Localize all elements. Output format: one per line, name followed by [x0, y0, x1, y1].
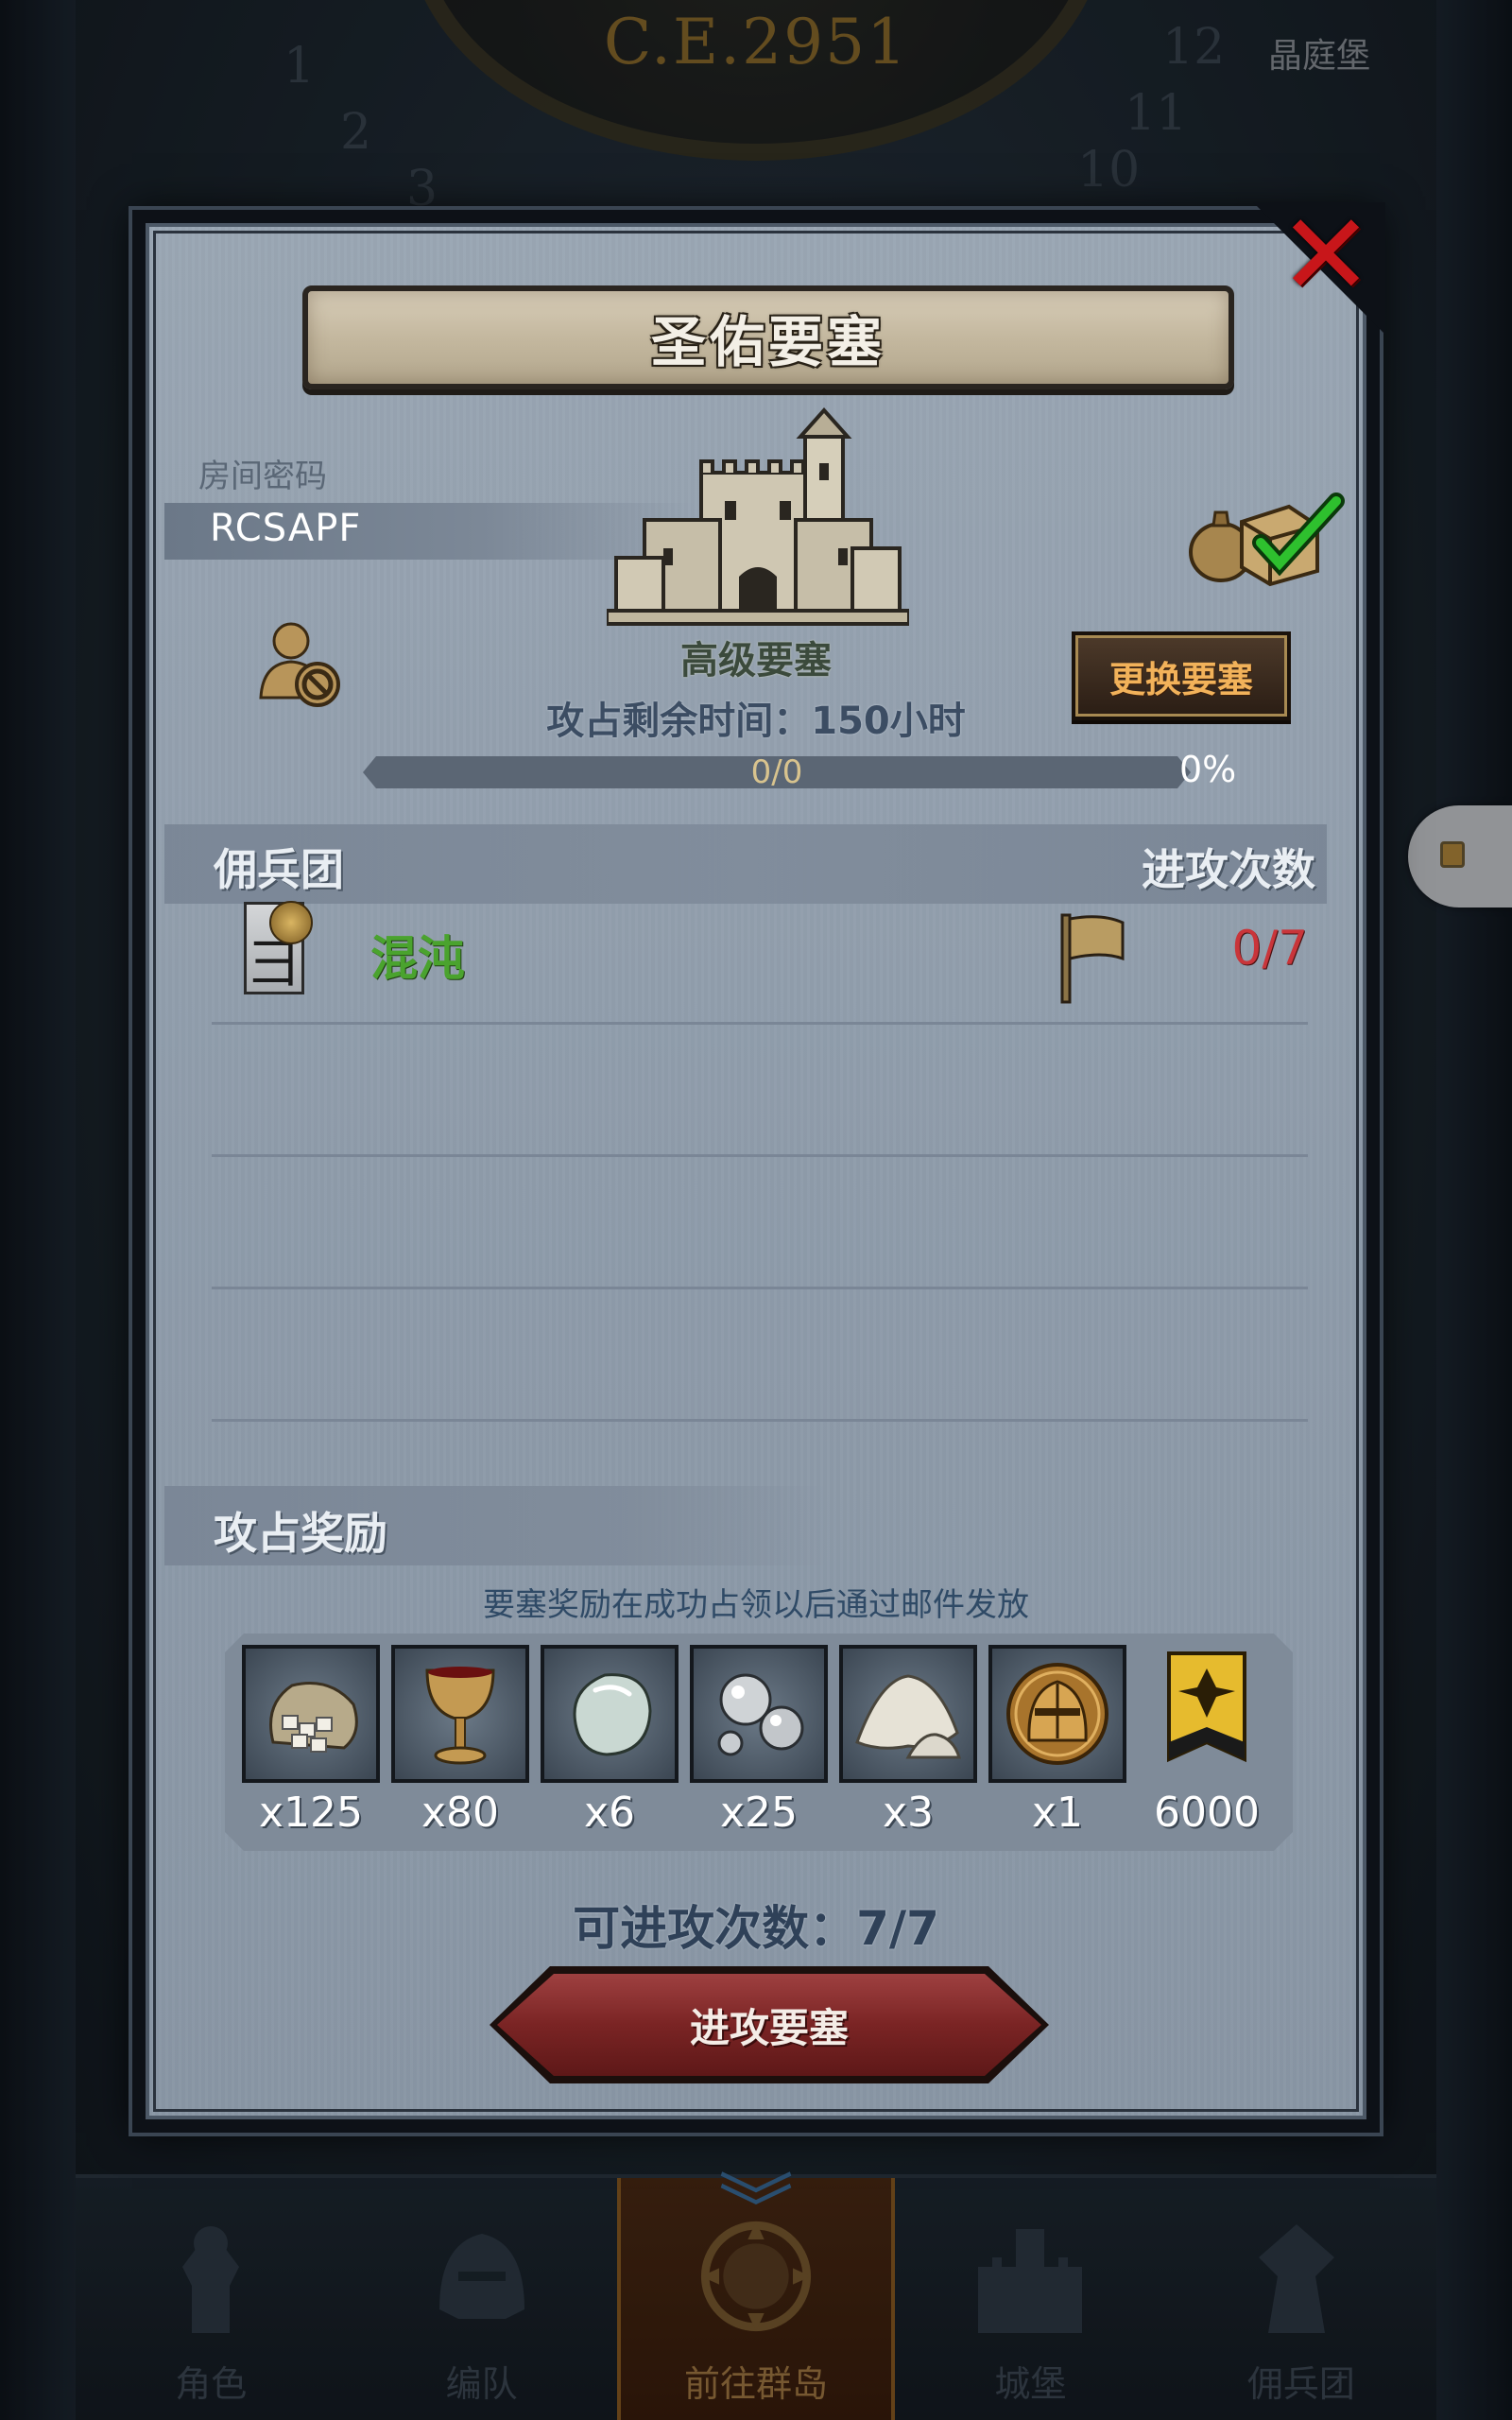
capture-progress-bar: 0/0	[363, 756, 1191, 788]
reward-quantity: x125	[258, 1789, 364, 1837]
moonstone-icon	[541, 1645, 679, 1783]
mercenary-row: 彐 混沌 0/7	[212, 892, 1308, 1025]
reward-header: 攻占奖励	[214, 1508, 387, 1559]
mercenary-attack-count: 0/7	[1231, 921, 1308, 976]
fortress-icon	[605, 406, 911, 633]
goblet-icon	[391, 1645, 529, 1783]
reward-item[interactable]: x6	[539, 1645, 680, 1843]
mercenary-emblem-icon: 彐	[244, 901, 313, 995]
reward-quantity: x6	[583, 1789, 636, 1837]
reward-item[interactable]: x3	[837, 1645, 979, 1843]
salt-pile-icon	[839, 1645, 977, 1783]
capture-time-left: 攻占剩余时间：150小时	[546, 700, 966, 743]
attack-fortress-label: 进攻要塞	[689, 2004, 849, 2051]
guild-banner-icon	[1138, 1645, 1276, 1783]
title-banner: 圣佑要塞	[302, 285, 1234, 389]
mercenary-row-empty	[212, 1289, 1308, 1422]
knight-helmet-icon	[988, 1645, 1126, 1783]
silver-orbs-icon	[690, 1645, 828, 1783]
reward-item[interactable]: x1	[987, 1645, 1128, 1843]
reward-quantity: x3	[882, 1789, 935, 1837]
reward-item[interactable]: x25	[688, 1645, 830, 1843]
room-password-value: RCSAPF	[210, 507, 362, 550]
sugar-sack-icon	[242, 1645, 380, 1783]
reward-quantity: x80	[421, 1789, 500, 1837]
reward-item[interactable]: x125	[240, 1645, 382, 1843]
reward-item[interactable]: x80	[389, 1645, 531, 1843]
emblem-glyph: 彐	[248, 934, 301, 995]
mercenary-header: 佣兵团	[214, 844, 344, 895]
reward-item[interactable]: 6000	[1136, 1645, 1278, 1843]
lion-head-icon	[269, 901, 313, 944]
close-icon[interactable]: ✕	[1274, 199, 1378, 313]
flag-icon[interactable]	[1055, 909, 1130, 1004]
fortress-dialog: ✕ 圣佑要塞 房间密码 RCSAPF 高级要塞 更换要塞 攻占剩余时间：150小…	[129, 199, 1385, 2136]
close-corner: ✕	[1253, 199, 1385, 335]
mercenary-row-empty	[212, 1157, 1308, 1289]
attacks-available: 可进攻次数：7/7	[573, 1901, 939, 1956]
attack-fortress-button[interactable]: 进攻要塞	[497, 1974, 1041, 2076]
mercenary-name: 混沌	[370, 931, 465, 986]
capture-progress-percent: 0%	[1179, 749, 1237, 790]
supply-claimed-icon[interactable]	[1185, 484, 1346, 588]
capture-progress-text: 0/0	[750, 753, 803, 791]
mercenary-row-empty	[212, 1025, 1308, 1157]
reward-quantity: x1	[1031, 1789, 1084, 1837]
reward-note: 要塞奖励在成功占领以后通过邮件发放	[483, 1586, 1029, 1624]
room-password-label: 房间密码	[198, 458, 327, 495]
reward-quantity: x25	[719, 1789, 799, 1837]
dialog-title: 圣佑要塞	[650, 310, 885, 374]
reward-quantity: 6000	[1154, 1789, 1260, 1837]
attack-count-header: 进攻次数	[1142, 844, 1315, 895]
